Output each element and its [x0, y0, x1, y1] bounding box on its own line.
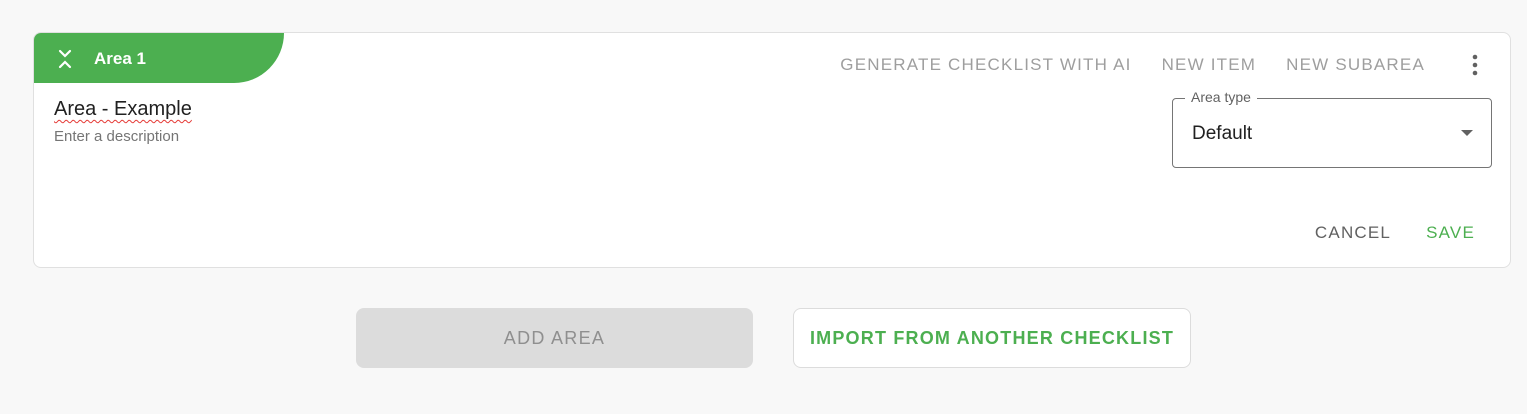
- save-button[interactable]: SAVE: [1411, 217, 1490, 249]
- area-description-field[interactable]: Enter a description: [54, 128, 179, 145]
- area-type-label: Area type: [1185, 89, 1257, 105]
- area-header-tab: Area 1: [34, 33, 284, 83]
- dropdown-arrow-icon: [1461, 130, 1473, 136]
- area-type-value: Default: [1192, 123, 1253, 144]
- area-toolbar: GENERATE CHECKLIST WITH AI NEW ITEM NEW …: [825, 49, 1490, 81]
- collapse-icon[interactable]: [56, 48, 74, 70]
- footer-actions: ADD AREA IMPORT FROM ANOTHER CHECKLIST: [356, 308, 1191, 368]
- cancel-button[interactable]: CANCEL: [1300, 217, 1406, 249]
- add-area-button[interactable]: ADD AREA: [356, 308, 753, 368]
- form-actions: CANCEL SAVE: [1300, 217, 1490, 249]
- new-item-button[interactable]: NEW ITEM: [1147, 49, 1272, 81]
- area-type-select[interactable]: Area type Default: [1172, 89, 1492, 168]
- generate-checklist-ai-button[interactable]: GENERATE CHECKLIST WITH AI: [825, 49, 1146, 81]
- more-vertical-icon[interactable]: [1460, 50, 1490, 80]
- area-name-field[interactable]: Area - Example: [54, 98, 192, 121]
- area-tab-label: Area 1: [94, 49, 146, 68]
- area-card: Area 1 GENERATE CHECKLIST WITH AI NEW IT…: [33, 32, 1511, 268]
- new-subarea-button[interactable]: NEW SUBAREA: [1271, 49, 1440, 81]
- import-checklist-button[interactable]: IMPORT FROM ANOTHER CHECKLIST: [793, 308, 1191, 368]
